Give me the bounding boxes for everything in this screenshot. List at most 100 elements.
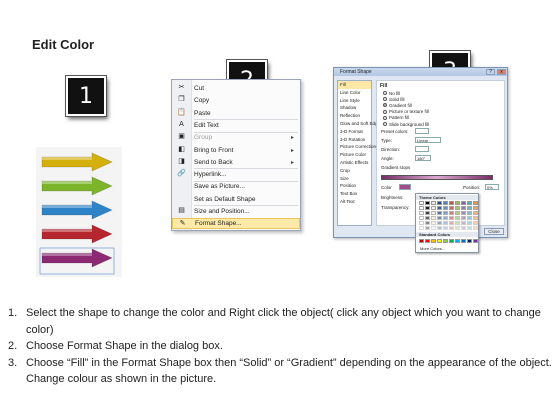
theme-color-swatch[interactable]	[419, 211, 424, 215]
fill-option-pattern-fill[interactable]: Pattern fill	[383, 115, 409, 121]
theme-color-swatch[interactable]	[437, 201, 442, 205]
theme-color-swatch[interactable]	[467, 221, 472, 225]
theme-color-swatch[interactable]	[473, 221, 478, 225]
standard-color-swatch[interactable]	[473, 239, 478, 243]
arrow-shape-5[interactable]	[41, 248, 113, 268]
theme-color-swatch[interactable]	[449, 206, 454, 210]
theme-color-swatch[interactable]	[419, 201, 424, 205]
theme-color-swatch[interactable]	[425, 216, 430, 220]
theme-color-swatch[interactable]	[443, 211, 448, 215]
fill-option-picture-or-texture-fill[interactable]: Picture or texture fill	[383, 109, 429, 115]
theme-color-swatch[interactable]	[461, 206, 466, 210]
standard-color-swatch[interactable]	[425, 239, 430, 243]
theme-color-swatch[interactable]	[431, 206, 436, 210]
theme-color-swatch[interactable]	[455, 211, 460, 215]
standard-color-swatch[interactable]	[431, 239, 436, 243]
more-colors-link[interactable]: More Colors...	[420, 246, 445, 251]
menu-item-size-and-position[interactable]: ▤ Size and Position...	[172, 206, 300, 217]
menu-item-save-as-picture[interactable]: Save as Picture...	[172, 181, 300, 192]
fill-option-gradient-fill[interactable]: Gradient fill	[383, 102, 412, 108]
theme-color-swatch[interactable]	[431, 216, 436, 220]
theme-color-swatch[interactable]	[467, 206, 472, 210]
theme-color-swatch[interactable]	[455, 206, 460, 210]
theme-color-swatch[interactable]	[455, 226, 460, 230]
theme-color-swatch[interactable]	[473, 206, 478, 210]
theme-color-swatch[interactable]	[473, 201, 478, 205]
theme-color-swatch[interactable]	[467, 226, 472, 230]
theme-color-swatch[interactable]	[425, 221, 430, 225]
theme-color-swatch[interactable]	[443, 226, 448, 230]
nav-item-fill[interactable]: Fill	[338, 81, 371, 89]
theme-color-swatch[interactable]	[449, 211, 454, 215]
menu-item-cut[interactable]: ✂ Cut	[172, 83, 300, 94]
theme-color-swatch[interactable]	[449, 201, 454, 205]
theme-color-swatch[interactable]	[467, 216, 472, 220]
theme-color-swatch[interactable]	[443, 201, 448, 205]
arrow-shape-2[interactable]	[41, 176, 113, 196]
help-button[interactable]: ?	[486, 69, 495, 75]
nav-item-crop[interactable]: Crop	[338, 167, 371, 175]
nav-item-picture-corrections[interactable]: Picture Corrections	[338, 143, 378, 151]
arrow-shape-3[interactable]	[41, 200, 113, 220]
theme-color-swatch[interactable]	[473, 216, 478, 220]
nav-item-glow-and-soft-edges[interactable]: Glow and Soft Edges	[338, 120, 382, 128]
color-picker-button[interactable]	[399, 184, 411, 190]
theme-color-swatch[interactable]	[455, 201, 460, 205]
fill-option-solid-fill[interactable]: Solid fill	[383, 96, 405, 102]
menu-item-edit-text[interactable]: A Edit Text	[172, 120, 300, 131]
menu-item-bring-to-front[interactable]: ◧ Bring to Front ▸	[172, 145, 300, 156]
type-dropdown[interactable]: Linear	[415, 137, 441, 143]
menu-item-format-shape[interactable]: ✎ Format Shape...	[172, 218, 300, 230]
arrow-shape-1[interactable]	[41, 152, 113, 172]
standard-color-swatch[interactable]	[461, 239, 466, 243]
direction-dropdown[interactable]	[415, 146, 429, 152]
theme-color-swatch[interactable]	[419, 206, 424, 210]
standard-color-swatch[interactable]	[419, 239, 424, 243]
theme-color-swatch[interactable]	[431, 201, 436, 205]
position-field[interactable]: 0%	[485, 184, 499, 190]
theme-color-swatch[interactable]	[461, 211, 466, 215]
theme-color-swatch[interactable]	[449, 221, 454, 225]
fill-option-slide-background-fill[interactable]: Slide background fill	[383, 121, 429, 127]
arrow-shape-4[interactable]	[41, 224, 113, 244]
nav-item-shadow[interactable]: Shadow	[338, 104, 371, 112]
nav-item-line-style[interactable]: Line Style	[338, 97, 371, 105]
theme-color-swatch[interactable]	[425, 226, 430, 230]
nav-item-position[interactable]: Position	[338, 182, 371, 190]
theme-color-swatch[interactable]	[461, 226, 466, 230]
theme-color-swatch[interactable]	[467, 201, 472, 205]
theme-color-swatch[interactable]	[437, 206, 442, 210]
theme-color-swatch[interactable]	[443, 221, 448, 225]
theme-color-swatch[interactable]	[473, 211, 478, 215]
theme-color-swatch[interactable]	[437, 216, 442, 220]
standard-color-swatch[interactable]	[437, 239, 442, 243]
nav-item-line-color[interactable]: Line Color	[338, 89, 371, 97]
nav-item-3-d-format[interactable]: 3-D Format	[338, 128, 371, 136]
theme-color-swatch[interactable]	[425, 211, 430, 215]
standard-color-swatch[interactable]	[467, 239, 472, 243]
theme-color-swatch[interactable]	[449, 216, 454, 220]
menu-item-hyperlink[interactable]: 🔗 Hyperlink...	[172, 169, 300, 180]
theme-color-swatch[interactable]	[431, 226, 436, 230]
theme-color-swatch[interactable]	[443, 216, 448, 220]
theme-color-swatch[interactable]	[461, 221, 466, 225]
theme-color-swatch[interactable]	[461, 201, 466, 205]
theme-color-swatch[interactable]	[461, 216, 466, 220]
theme-color-swatch[interactable]	[425, 201, 430, 205]
theme-color-swatch[interactable]	[425, 206, 430, 210]
standard-color-swatch[interactable]	[455, 239, 460, 243]
theme-color-swatch[interactable]	[437, 226, 442, 230]
menu-item-set-as-default-shape[interactable]: Set as Default Shape	[172, 194, 300, 205]
theme-color-swatch[interactable]	[437, 221, 442, 225]
dialog-close-x-button[interactable]: x	[497, 69, 506, 75]
fill-option-no-fill[interactable]: No fill	[383, 90, 400, 96]
theme-color-swatch[interactable]	[455, 221, 460, 225]
nav-item-reflection[interactable]: Reflection	[338, 112, 371, 120]
nav-item-artistic-effects[interactable]: Artistic Effects	[338, 159, 371, 167]
menu-item-copy[interactable]: ❐ Copy	[172, 95, 300, 106]
theme-color-swatch[interactable]	[437, 211, 442, 215]
theme-color-swatch[interactable]	[467, 211, 472, 215]
theme-color-swatch[interactable]	[431, 211, 436, 215]
theme-color-swatch[interactable]	[419, 221, 424, 225]
theme-color-swatch[interactable]	[443, 206, 448, 210]
